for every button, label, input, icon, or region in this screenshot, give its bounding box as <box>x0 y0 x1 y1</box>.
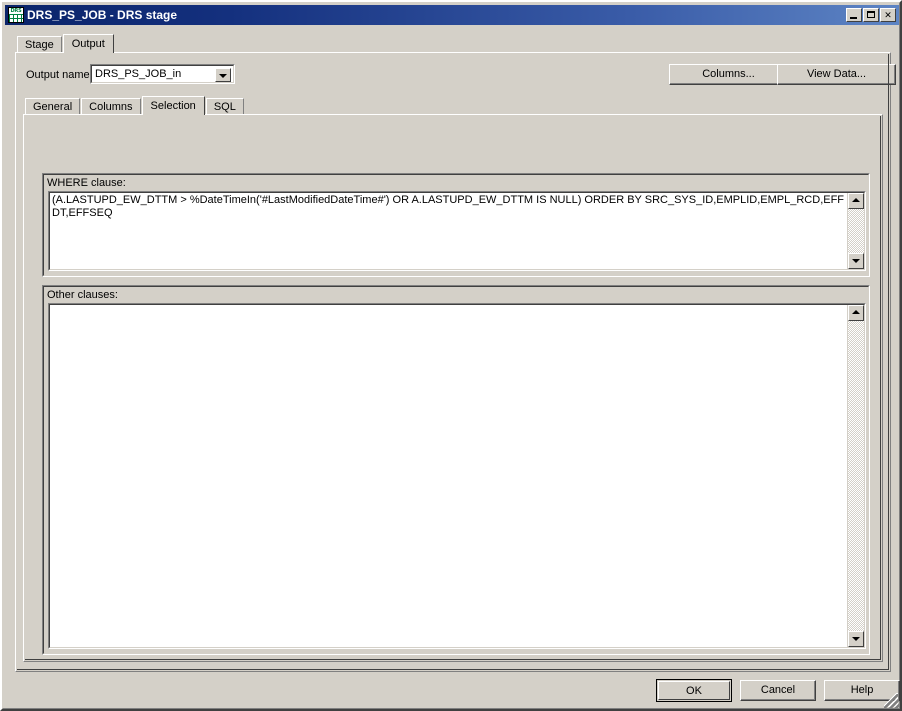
arrow-down-icon <box>852 637 860 641</box>
help-button-label: Help <box>850 684 874 696</box>
tab-selection-label: Selection <box>150 100 196 112</box>
maximize-icon <box>867 11 875 18</box>
output-name-value: DRS_PS_JOB_in <box>95 68 182 80</box>
columns-button[interactable]: Columns... <box>669 64 788 85</box>
window-inner-frame: DRS DRS_PS_JOB - DRS stage ✕ Stage Outpu… <box>2 2 900 709</box>
where-clause-scrollbar[interactable] <box>847 193 864 269</box>
where-clause-group: WHERE clause: (A.LASTUPD_EW_DTTM > %Date… <box>42 173 870 277</box>
columns-button-label: Columns... <box>702 68 755 80</box>
where-clause-text[interactable]: (A.LASTUPD_EW_DTTM > %DateTimeIn('#LastM… <box>52 194 845 220</box>
other-scroll-down-button[interactable] <box>848 631 864 647</box>
tab-stage[interactable]: Stage <box>17 36 62 53</box>
other-scroll-up-button[interactable] <box>848 305 864 321</box>
tab-sql-label: SQL <box>213 101 236 113</box>
output-name-label: Output name: <box>26 69 93 81</box>
maximize-button[interactable] <box>863 8 879 22</box>
tab-columns-label: Columns <box>89 101 133 113</box>
other-clauses-textarea-inner <box>49 304 865 648</box>
tab-stage-label: Stage <box>25 39 54 51</box>
arrow-up-icon <box>852 198 860 202</box>
view-data-button[interactable]: View Data... <box>777 64 896 85</box>
outer-tab-strip: Stage Output <box>17 34 115 53</box>
ok-button-label: OK <box>686 685 702 697</box>
minimize-button[interactable] <box>846 8 862 22</box>
other-clauses-scrollbar[interactable] <box>847 305 864 647</box>
where-clause-textarea[interactable]: (A.LASTUPD_EW_DTTM > %DateTimeIn('#LastM… <box>48 191 866 271</box>
output-tab-panel: Output name: DRS_PS_JOB_in Columns... Vi… <box>15 52 896 672</box>
arrow-down-icon <box>852 259 860 263</box>
window-title: DRS_PS_JOB - DRS stage <box>27 8 178 22</box>
tab-general[interactable]: General <box>25 98 81 115</box>
title-bar[interactable]: DRS DRS_PS_JOB - DRS stage ✕ <box>5 5 899 25</box>
where-clause-textarea-inner: (A.LASTUPD_EW_DTTM > %DateTimeIn('#LastM… <box>49 192 865 270</box>
tab-sql[interactable]: SQL <box>205 98 244 115</box>
where-scroll-up-button[interactable] <box>848 193 864 209</box>
where-clause-label: WHERE clause: <box>47 177 126 189</box>
tab-selection[interactable]: Selection <box>141 96 205 115</box>
cancel-button[interactable]: Cancel <box>740 680 816 701</box>
view-data-button-label: View Data... <box>806 68 867 80</box>
other-clauses-textarea[interactable] <box>48 303 866 649</box>
dialog-window: DRS DRS_PS_JOB - DRS stage ✕ Stage Outpu… <box>0 0 902 711</box>
dialog-client-area: Stage Output Output name: DRS_PS_JOB_in <box>5 25 900 708</box>
selection-tab-panel: WHERE clause: (A.LASTUPD_EW_DTTM > %Date… <box>23 114 883 662</box>
cancel-button-label: Cancel <box>760 684 796 696</box>
tab-output[interactable]: Output <box>62 34 114 53</box>
output-name-combo[interactable]: DRS_PS_JOB_in <box>90 64 235 84</box>
close-button[interactable]: ✕ <box>880 8 896 22</box>
minimize-icon <box>850 17 857 19</box>
tab-output-label: Output <box>71 38 105 50</box>
output-name-combo-inset: DRS_PS_JOB_in <box>91 65 234 83</box>
arrow-up-icon <box>852 310 860 314</box>
tab-general-label: General <box>33 101 73 113</box>
resize-grip[interactable] <box>884 693 899 708</box>
chevron-down-icon[interactable] <box>215 68 231 82</box>
inner-tab-strip: General Columns Selection SQL <box>25 96 245 115</box>
where-scroll-down-button[interactable] <box>848 253 864 269</box>
chevron-down-glyph <box>219 74 227 78</box>
drs-icon-grid <box>9 14 23 22</box>
tab-columns[interactable]: Columns <box>81 98 141 115</box>
close-icon: ✕ <box>884 10 892 20</box>
ok-button[interactable]: OK <box>656 679 732 702</box>
ok-button-face: OK <box>658 681 730 700</box>
other-clauses-group: Other clauses: <box>42 285 870 655</box>
other-clauses-label: Other clauses: <box>47 289 118 301</box>
drs-grid-icon: DRS <box>8 7 24 23</box>
